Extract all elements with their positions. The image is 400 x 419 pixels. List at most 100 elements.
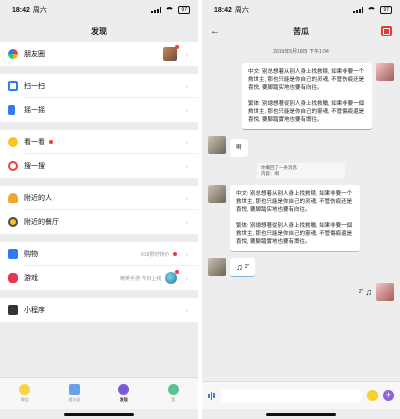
status-time: 18:42 <box>12 7 30 14</box>
chevron-right-icon: › <box>185 161 188 171</box>
discover-item-shake[interactable]: 摇一摇 › <box>0 98 198 122</box>
voice-message[interactable]: ♫ 2" <box>230 258 256 277</box>
shake-icon <box>8 105 15 115</box>
home-indicator <box>266 413 336 416</box>
discover-item-scan[interactable]: 扫一扫 › <box>0 74 198 98</box>
game-promo-text: 精英手游 今日上线 <box>119 275 162 282</box>
message-input[interactable] <box>221 388 362 403</box>
tab-discover[interactable]: 发现 <box>99 378 149 409</box>
message-bubble[interactable]: 啊 <box>230 139 248 157</box>
avatar[interactable] <box>208 136 226 154</box>
battery-icon: 97 <box>380 6 392 14</box>
search-icon <box>8 161 18 171</box>
chat-title: 苦瓜 <box>293 26 309 36</box>
discover-item-label: 看一看 <box>24 139 45 146</box>
chat-messages[interactable]: 2019年5月18日 下午1:04 中文: 别总想着从别人身上找救赎, 如果非要… <box>202 42 400 379</box>
music-note-icon: ♫ <box>236 262 243 272</box>
discover-item-label: 附近的人 <box>24 195 52 202</box>
discover-item-label: 小程序 <box>24 307 45 314</box>
message-row: ♫ 2" <box>202 258 400 277</box>
tab-label: 微信 <box>20 397 29 402</box>
page-title: 发现 <box>91 26 107 36</box>
voice-duration: 2" <box>358 289 364 295</box>
discover-item-restaurant[interactable]: 附近的餐厅 › <box>0 210 198 234</box>
more-icon[interactable] <box>381 26 392 36</box>
voice-input-icon[interactable] <box>208 391 216 401</box>
shopping-icon <box>8 249 18 259</box>
message-bubble[interactable]: 中文: 别总想着从别人身上找救赎, 如果非要一个救世主, 那也只能是你自己的灵魂… <box>230 185 360 252</box>
avatar[interactable] <box>208 258 226 276</box>
unread-dot <box>175 45 180 49</box>
tab-chats[interactable]: 微信 <box>0 378 50 409</box>
discover-item-people-nearby[interactable]: 附近的人 › <box>0 186 198 210</box>
avatar[interactable] <box>376 283 394 301</box>
voice-message[interactable]: 2" ♫ <box>359 283 372 297</box>
navbar: ← 苦瓜 <box>202 20 400 42</box>
discover-item-label: 搜一搜 <box>24 163 45 170</box>
input-bar: + <box>202 381 400 409</box>
chevron-right-icon: › <box>185 193 188 203</box>
contacts-icon <box>68 384 80 395</box>
scan-icon <box>8 81 18 91</box>
unread-dot <box>49 140 53 144</box>
message-text: 繁体: 別總想著從別人身上找救贖, 如果非要一個救世主, 那也只能是你自己的靈魂… <box>236 223 353 245</box>
discover-item-look[interactable]: 看一看 › <box>0 130 198 154</box>
chevron-right-icon: › <box>185 217 188 227</box>
discover-item-mini-program[interactable]: 小程序 › <box>0 298 198 322</box>
recall-notice: 你撤回了一条消息 内容：啊 <box>257 163 345 179</box>
chevron-right-icon: › <box>185 105 188 115</box>
moments-thumbnail <box>163 45 180 61</box>
status-day: 周六 <box>32 7 47 14</box>
back-arrow-icon[interactable]: ← <box>210 26 220 37</box>
discover-item-shopping[interactable]: 购物 618限时特价 › <box>0 242 198 266</box>
avatar[interactable] <box>376 63 394 81</box>
chevron-right-icon: › <box>185 49 188 59</box>
discover-item-label: 朋友圈 <box>24 51 45 58</box>
chevron-right-icon: › <box>185 137 188 147</box>
message-timestamp: 2019年5月18日 下午1:04 <box>273 49 329 55</box>
tab-label: 发现 <box>119 397 128 402</box>
game-thumbnail <box>165 270 180 284</box>
message-bubble[interactable]: 中文: 别总想着从别人身上找救赎, 如果非要一个救世主, 那也只能是你自己的灵魂… <box>242 63 372 130</box>
signal-icon <box>353 7 364 13</box>
home-indicator <box>64 413 134 416</box>
chat-screen: 18:42 周六 97 ← 苦瓜 2019年5月18日 下午1:04 中文: 别总… <box>202 0 400 419</box>
discover-item-label: 附近的餐厅 <box>24 219 59 226</box>
discover-item-label: 摇一摇 <box>24 107 45 114</box>
message-row: 中文: 别总想着从别人身上找救赎, 如果非要一个救世主, 那也只能是你自己的灵魂… <box>202 185 400 252</box>
chevron-right-icon: › <box>185 305 188 315</box>
look-icon <box>8 137 18 147</box>
avatar[interactable] <box>208 185 226 203</box>
discover-item-game[interactable]: 游戏 精英手游 今日上线 › <box>0 266 198 290</box>
discover-item-moments[interactable]: 朋友圈 › <box>0 42 198 66</box>
message-text: 中文: 别总想着从别人身上找救赎, 如果非要一个救世主, 那也只能是你自己的灵魂… <box>236 191 353 213</box>
me-icon <box>167 384 179 395</box>
status-day: 周六 <box>234 7 249 14</box>
tab-label: 我 <box>171 397 176 402</box>
tab-contacts[interactable]: 通讯录 <box>50 378 100 409</box>
status-time: 18:42 <box>214 7 232 14</box>
wifi-icon <box>165 7 175 13</box>
emoji-icon[interactable] <box>367 390 378 401</box>
tab-me[interactable]: 我 <box>149 378 199 409</box>
chevron-right-icon: › <box>185 273 188 283</box>
recall-notice-content: 内容：啊 <box>261 171 279 176</box>
discover-screen: 18:42 周六 97 发现 朋友圈 › 扫一扫 › 摇一摇 › 看一看 › 搜一… <box>0 0 198 419</box>
restaurant-icon <box>8 217 18 227</box>
message-text: 中文: 别总想着从别人身上找救赎, 如果非要一个救世主, 那也只能是你自己的灵魂… <box>248 69 365 91</box>
status-bar: 18:42 周六 97 <box>0 0 198 20</box>
add-icon[interactable]: + <box>383 390 394 401</box>
chevron-right-icon: › <box>185 249 188 259</box>
chevron-right-icon: › <box>185 81 188 91</box>
discover-item-search[interactable]: 搜一搜 › <box>0 154 198 178</box>
discover-item-label: 扫一扫 <box>24 83 45 90</box>
chat-icon <box>19 384 31 395</box>
people-nearby-icon <box>8 193 18 203</box>
signal-icon <box>151 7 162 13</box>
navbar: 发现 <box>0 20 198 42</box>
message-row: 啊 <box>202 136 400 157</box>
discover-item-label: 购物 <box>24 251 38 258</box>
game-icon <box>8 273 18 283</box>
message-text: 繁体: 別總想著從別人身上找救贖, 如果非要一個救世主, 那也只能是你自己的靈魂… <box>248 101 365 123</box>
music-note-icon: ♫ <box>365 287 372 297</box>
